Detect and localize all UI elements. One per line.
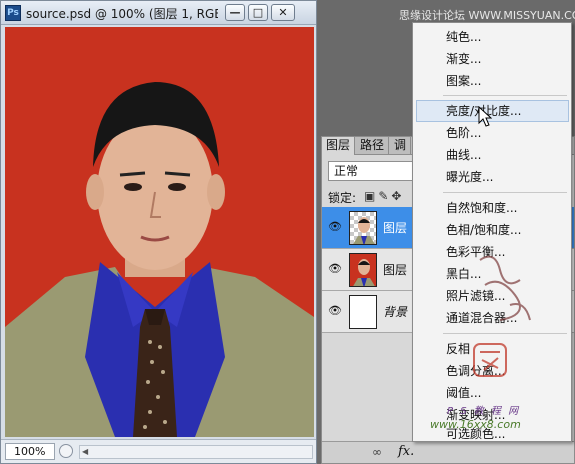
menu-item-levels[interactable]: 色阶... (416, 122, 569, 144)
menu-item-hue-saturation[interactable]: 色相/饱和度... (416, 219, 569, 241)
menu-item-gradient-map[interactable]: 渐变映射... (416, 404, 569, 426)
menu-item-black-white[interactable]: 黑白... (416, 263, 569, 285)
menu-item-channel-mixer[interactable]: 通道混合器... (416, 307, 569, 329)
layer-name: 图层 (383, 263, 408, 277)
menu-item-selective-color[interactable]: 可选颜色... (416, 426, 569, 442)
lock-label: 锁定: (328, 191, 357, 205)
adjustment-layer-menu: 纯色... 渐变... 图案... 亮度/对比度... 色阶... 曲线... … (412, 22, 572, 442)
menu-item-exposure[interactable]: 曝光度... (416, 166, 569, 188)
layer-thumbnail (349, 253, 377, 287)
menu-separator (443, 95, 567, 96)
menu-item-brightness-contrast[interactable]: 亮度/对比度... (416, 100, 569, 122)
navigator-icon[interactable] (59, 444, 73, 458)
menu-separator (443, 333, 567, 334)
document-title-bar[interactable]: Ps source.psd @ 100% (图层 1, RGB... — □ ✕ (1, 1, 316, 25)
menu-item-photo-filter[interactable]: 照片滤镜... (416, 285, 569, 307)
mouse-cursor-icon (478, 106, 492, 127)
portrait-photo (5, 27, 314, 437)
watermark-text: 思缘设计论坛 WWW.MISSYUAN.COM (399, 9, 575, 22)
layer-style-button[interactable]: fx. (398, 444, 414, 459)
menu-item-solid-color[interactable]: 纯色... (416, 26, 569, 48)
scroll-left-icon[interactable]: ◀ (82, 447, 88, 456)
status-bar: 100% ◀ (1, 439, 316, 463)
menu-item-posterize[interactable]: 色调分离... (416, 360, 569, 382)
layer-name: 背景 (383, 305, 408, 319)
lock-transparency-icon[interactable]: ▣ (364, 189, 378, 203)
visibility-eye-icon[interactable]: 👁 (328, 263, 342, 275)
visibility-eye-icon[interactable]: 👁 (328, 305, 342, 317)
close-button[interactable]: ✕ (271, 4, 295, 21)
menu-separator (443, 192, 567, 193)
horizontal-scrollbar[interactable]: ◀ (79, 445, 313, 459)
document-title: source.psd @ 100% (图层 1, RGB... (26, 7, 218, 21)
menu-item-gradient[interactable]: 渐变... (416, 48, 569, 70)
zoom-level-field[interactable]: 100% (5, 443, 55, 460)
blend-mode-select[interactable]: 正常 (328, 161, 423, 181)
menu-item-invert[interactable]: 反相 (416, 338, 569, 360)
visibility-eye-icon[interactable]: 👁 (328, 221, 342, 233)
layer-name: 图层 (383, 221, 408, 235)
tab-layers[interactable]: 图层 (322, 137, 356, 155)
image-canvas[interactable] (5, 27, 314, 437)
tab-paths[interactable]: 路径 (356, 137, 390, 155)
tab-adjustments[interactable]: 调 (390, 137, 412, 155)
document-window: Ps source.psd @ 100% (图层 1, RGB... — □ ✕ (0, 0, 317, 464)
photoshop-icon: Ps (5, 5, 21, 21)
lock-icons[interactable]: ▣✎✥ (364, 189, 404, 203)
link-layers-icon[interactable]: ∞ (372, 445, 382, 459)
menu-item-curves[interactable]: 曲线... (416, 144, 569, 166)
minimize-button[interactable]: — (225, 4, 245, 21)
lock-move-icon[interactable]: ✥ (391, 189, 404, 203)
menu-item-threshold[interactable]: 阈值... (416, 382, 569, 404)
menu-item-color-balance[interactable]: 色彩平衡... (416, 241, 569, 263)
layer-thumbnail (349, 295, 377, 329)
panel-bottom-bar: ∞ fx. (322, 441, 574, 463)
lock-brush-icon[interactable]: ✎ (378, 189, 391, 203)
restore-button[interactable]: □ (248, 4, 268, 21)
menu-item-pattern[interactable]: 图案... (416, 70, 569, 92)
menu-item-vibrance[interactable]: 自然饱和度... (416, 197, 569, 219)
layer-thumbnail (349, 211, 377, 245)
